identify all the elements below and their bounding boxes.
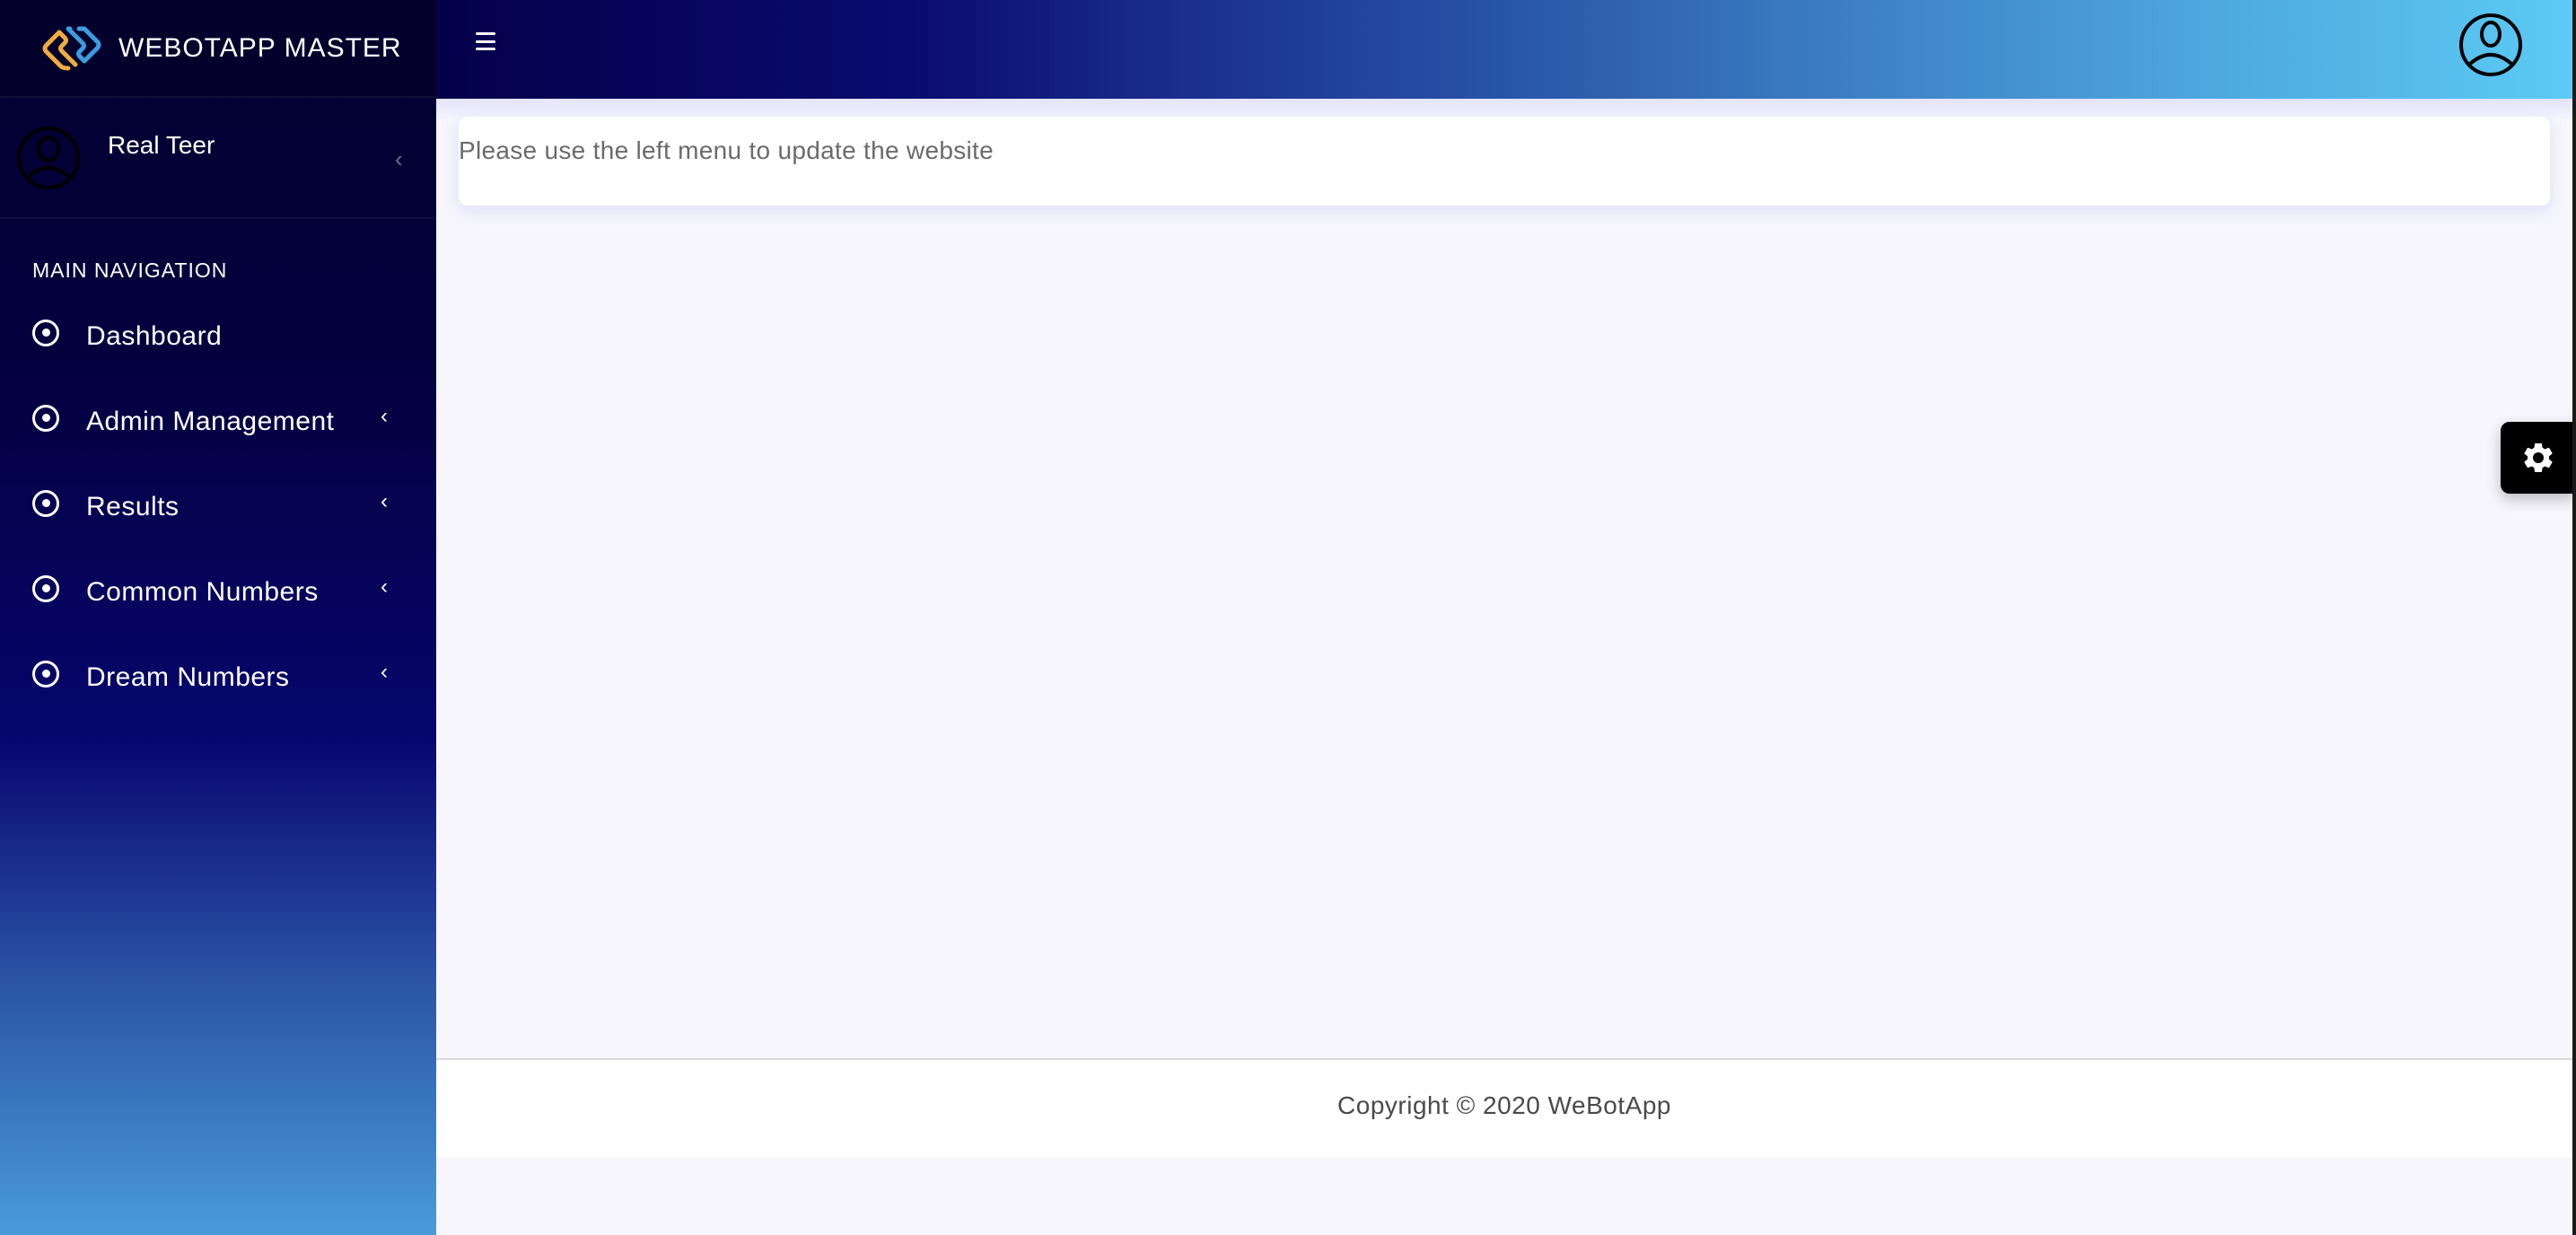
info-card: Please use the left menu to update the w… [459,117,2550,206]
copyright-text: Copyright © 2020 WeBotApp [1337,1091,1671,1119]
chevron-left-icon: ‹ [381,574,388,599]
profile-avatar-icon[interactable] [2458,13,2523,77]
brand[interactable]: WEBOTAPP MASTER [0,0,436,98]
top-bar [436,0,2576,99]
sidebar-item-label: Dashboard [86,320,223,351]
dot-circle-icon [32,660,59,688]
hamburger-icon[interactable] [476,31,495,52]
main-content: Please use the left menu to update the w… [436,99,2572,1235]
brand-logo-icon [42,26,101,70]
sidebar-item-label: Common Numbers [86,576,319,607]
dot-circle-icon [32,574,59,602]
sidebar-item-dashboard[interactable]: Dashboard [0,293,436,379]
sidebar: WEBOTAPP MASTER Real Teer ‹ MAIN NAVIGAT… [0,0,436,1235]
chevron-left-icon: ‹ [381,660,388,684]
nav-section-header: MAIN NAVIGATION [32,258,228,282]
info-message: Please use the left menu to update the w… [459,136,994,164]
sidebar-item-admin-management[interactable]: Admin Management ‹ [0,379,436,464]
hamburger-line [476,39,495,43]
user-panel[interactable]: Real Teer ‹ [0,98,436,219]
nav-list: Dashboard Admin Management ‹ Results ‹ C… [0,293,436,720]
dot-circle-icon [32,489,59,517]
chevron-left-icon: ‹ [381,404,388,428]
gear-icon [2524,442,2553,472]
user-avatar-icon [17,127,80,189]
settings-button[interactable] [2501,422,2576,494]
chevron-left-icon: ‹ [381,489,388,513]
footer: Copyright © 2020 WeBotApp [436,1058,2572,1157]
sidebar-item-label: Dream Numbers [86,661,290,692]
sidebar-item-dream-numbers[interactable]: Dream Numbers ‹ [0,635,436,720]
sidebar-item-common-numbers[interactable]: Common Numbers ‹ [0,549,436,635]
sidebar-item-label: Results [86,491,180,521]
user-name: Real Teer [108,131,215,159]
dot-circle-icon [32,319,59,346]
chevron-left-icon[interactable]: ‹ [395,145,403,173]
hamburger-line [476,32,495,35]
brand-title: WEBOTAPP MASTER [118,32,402,63]
dot-circle-icon [32,404,59,432]
window-scrollbar[interactable] [2572,0,2576,1235]
hamburger-line [476,48,495,50]
sidebar-item-label: Admin Management [86,406,335,436]
sidebar-item-results[interactable]: Results ‹ [0,464,436,549]
